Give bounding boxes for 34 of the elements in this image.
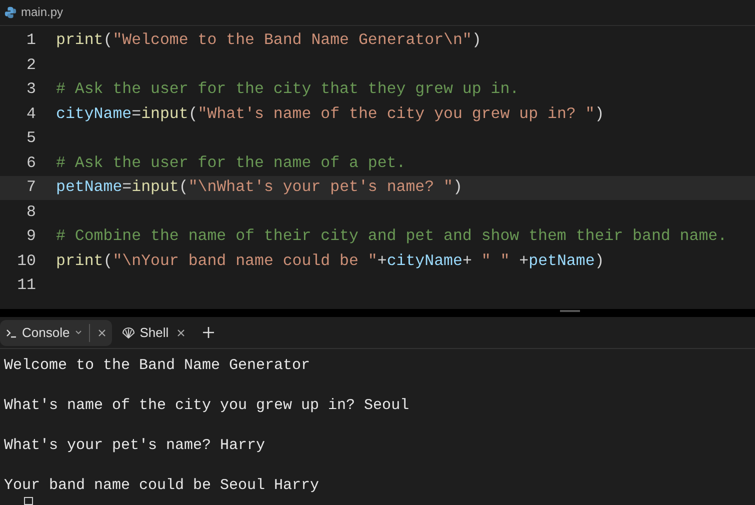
line-number: 6 <box>26 152 36 174</box>
console-line: Welcome to the Band Name Generator <box>4 357 310 374</box>
code-line: # Ask the user for the name of a pet. <box>56 152 406 174</box>
code-line: print("Welcome to the Band Name Generator\n") <box>56 30 482 52</box>
code-line: print("\nYour band name could be "+cityName+ " " +petName) <box>56 250 604 272</box>
terminal-icon <box>6 328 17 338</box>
python-icon <box>4 6 17 19</box>
code-line: cityName=input("What's name of the city you grew up in? ") <box>56 104 604 125</box>
console-line: Your band name could be Seoul Harry <box>4 477 320 494</box>
close-icon[interactable] <box>176 328 185 337</box>
line-number: 1 <box>26 30 36 52</box>
line-number: 2 <box>26 54 36 76</box>
file-tab[interactable]: main.py <box>21 3 64 22</box>
chevron-down-icon <box>74 330 82 336</box>
code-line: # Ask the user for the city that they grew up in. <box>56 79 520 100</box>
line-number: 7 <box>26 177 36 198</box>
add-icon[interactable] <box>202 327 214 338</box>
console-line: What's name of the city you grew up in? Seoul <box>4 397 410 414</box>
code-line: # Combine the name of their city and pet and show them their band name. <box>56 226 728 248</box>
line-number: 3 <box>26 79 36 100</box>
console-line: What's your pet's name? Harry <box>4 437 266 454</box>
line-number: 10 <box>16 250 36 272</box>
panel-tab[interactable]: Shell <box>116 320 191 346</box>
shell-icon <box>122 326 135 339</box>
line-number: 8 <box>26 202 36 223</box>
code-line: petName=input("\nWhat's your pet's name? ") <box>56 177 462 198</box>
panel-tab[interactable]: Console <box>0 320 112 346</box>
line-number: 5 <box>26 128 36 150</box>
resize-handle[interactable] <box>560 310 580 312</box>
line-number: 11 <box>16 275 36 296</box>
line-number: 9 <box>26 226 36 248</box>
close-icon[interactable] <box>98 328 106 337</box>
text-cursor <box>24 497 33 505</box>
line-number: 4 <box>26 104 36 125</box>
